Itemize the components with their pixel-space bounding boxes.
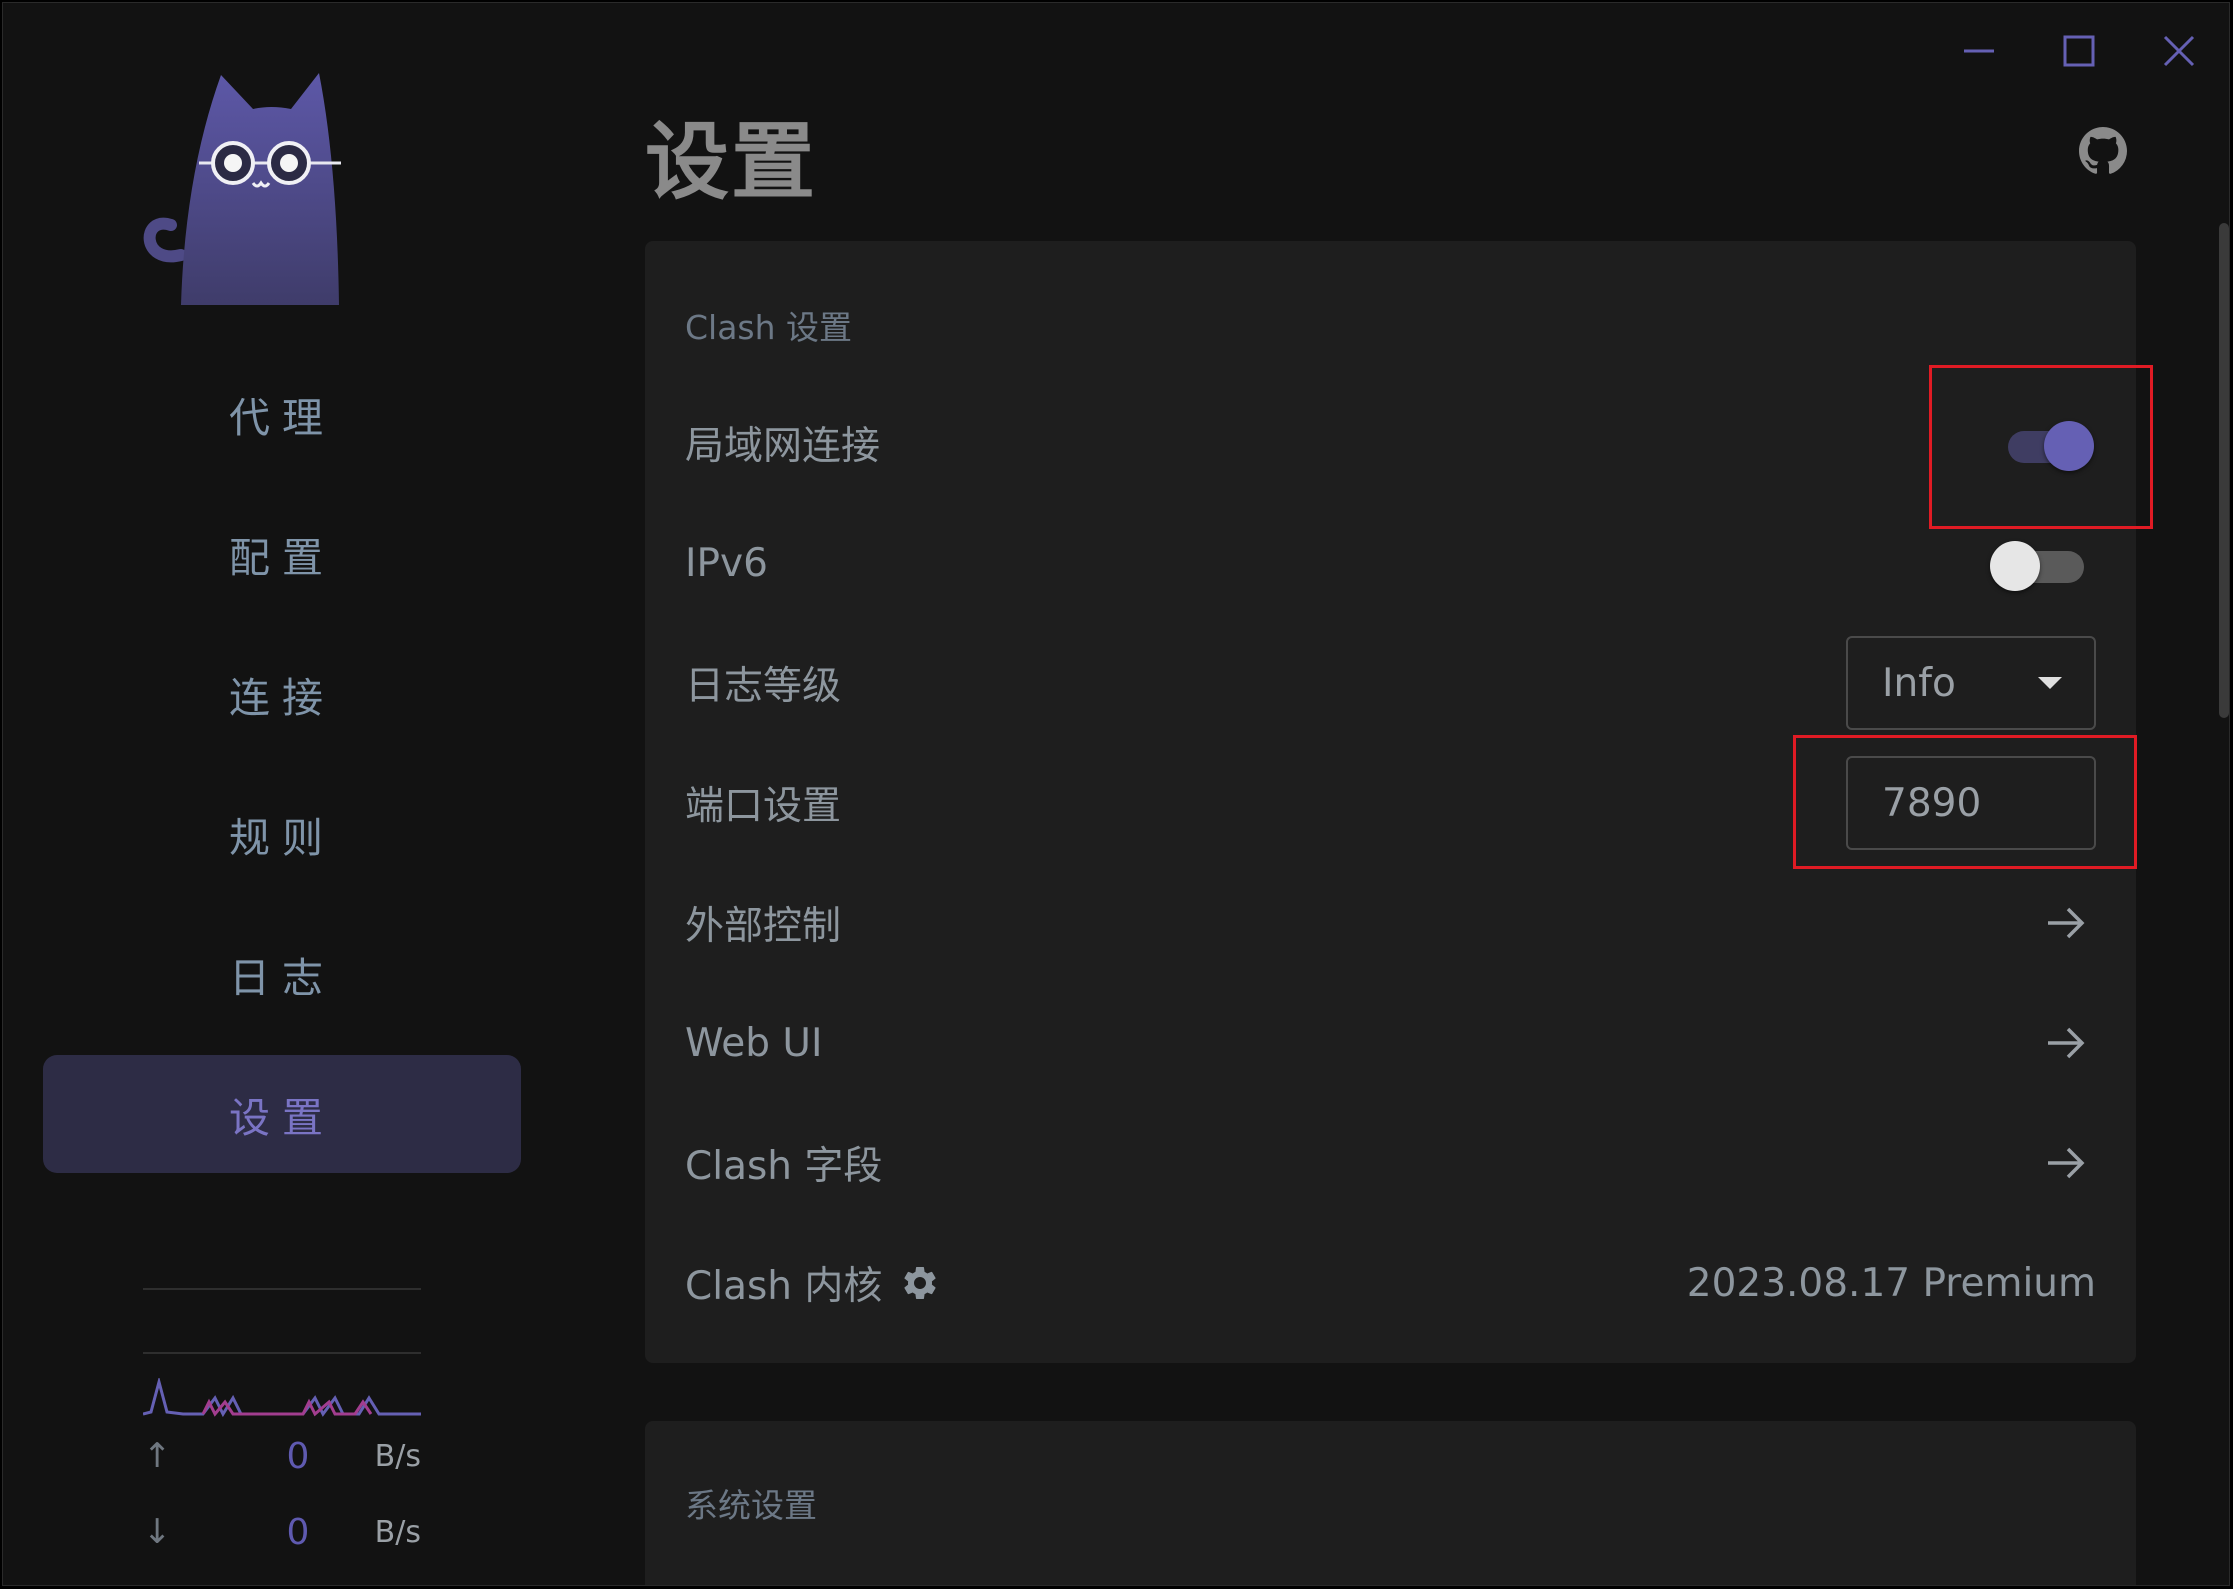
log-level-value: Info	[1882, 660, 1956, 706]
sidebar-item-logs[interactable]: 日志	[43, 915, 521, 1033]
download-unit: B/s	[374, 1514, 421, 1550]
divider	[143, 1352, 421, 1354]
core-version: 2023.08.17 Premium	[1686, 1260, 2096, 1306]
sidebar-item-settings[interactable]: 设置	[43, 1055, 521, 1173]
window-controls	[1929, 3, 2229, 99]
arrow-right-icon[interactable]	[2036, 893, 2096, 953]
clash-core-label: Clash 内核	[685, 1255, 940, 1311]
divider	[143, 1288, 421, 1290]
log-level-row: 日志等级 Info	[685, 623, 2096, 743]
highlight-box-lan	[1929, 365, 2153, 529]
ipv6-row: IPv6	[685, 503, 2096, 623]
arrow-up-icon: ↑	[143, 1436, 172, 1476]
external-control-label: 外部控制	[685, 904, 842, 949]
card-title: 系统设置	[685, 1486, 817, 1525]
system-settings-card: 系统设置	[645, 1421, 2136, 1585]
sidebar-item-profiles[interactable]: 配置	[43, 495, 521, 613]
lan-label: 局域网连接	[685, 424, 881, 469]
port-label: 端口设置	[685, 784, 842, 829]
ipv6-toggle[interactable]	[1990, 533, 2090, 593]
maximize-icon	[2063, 35, 2095, 67]
card-title: Clash 设置	[685, 308, 853, 347]
caret-down-icon	[2038, 677, 2062, 689]
external-control-row[interactable]: 外部控制	[685, 863, 2096, 983]
github-icon[interactable]	[2079, 127, 2127, 175]
clash-core-text: Clash 内核	[685, 1264, 883, 1309]
lan-row: 局域网连接	[685, 383, 2096, 503]
arrow-down-icon: ↓	[143, 1512, 172, 1552]
sidebar-item-rules[interactable]: 规则	[43, 775, 521, 893]
clash-field-row[interactable]: Clash 字段	[685, 1103, 2096, 1223]
upload-rate: ↑ 0 B/s	[143, 1418, 421, 1494]
close-button[interactable]	[2129, 3, 2229, 99]
minimize-button[interactable]	[1929, 3, 2029, 99]
upload-unit: B/s	[374, 1438, 421, 1474]
arrow-right-icon[interactable]	[2036, 1013, 2096, 1073]
web-ui-row[interactable]: Web UI	[685, 983, 2096, 1103]
download-rate: ↓ 0 B/s	[143, 1494, 421, 1570]
sidebar: 代理 配置 连接 规则 日志 设置 ↑ 0 B/s ↓ 0 B/s	[3, 3, 563, 1585]
log-level-select[interactable]: Info	[1846, 636, 2096, 730]
cat-logo-icon	[143, 73, 341, 305]
minimize-icon	[1964, 49, 1994, 53]
web-ui-label: Web UI	[685, 1020, 823, 1066]
traffic-sparkline	[143, 1378, 421, 1418]
upload-value: 0	[286, 1435, 310, 1477]
clash-field-label: Clash 字段	[685, 1144, 883, 1189]
highlight-box-port	[1793, 735, 2137, 869]
download-value: 0	[286, 1511, 310, 1553]
page-title: 设置	[645, 113, 818, 211]
gear-icon[interactable]	[900, 1263, 940, 1303]
close-icon	[2163, 35, 2195, 67]
clash-core-row: Clash 内核 2023.08.17 Premium	[685, 1223, 2096, 1343]
maximize-button[interactable]	[2029, 3, 2129, 99]
log-level-label: 日志等级	[685, 664, 842, 709]
arrow-right-icon[interactable]	[2036, 1133, 2096, 1193]
app-window: 代理 配置 连接 规则 日志 设置 ↑ 0 B/s ↓ 0 B/s 设置 Cla…	[2, 2, 2230, 1586]
sidebar-item-proxy[interactable]: 代理	[43, 355, 521, 473]
traffic-monitor: ↑ 0 B/s ↓ 0 B/s	[143, 1288, 421, 1570]
ipv6-label: IPv6	[685, 540, 768, 586]
scrollbar[interactable]	[2219, 223, 2229, 718]
sidebar-item-connections[interactable]: 连接	[43, 635, 521, 753]
sidebar-nav: 代理 配置 连接 规则 日志 设置	[43, 355, 521, 1195]
